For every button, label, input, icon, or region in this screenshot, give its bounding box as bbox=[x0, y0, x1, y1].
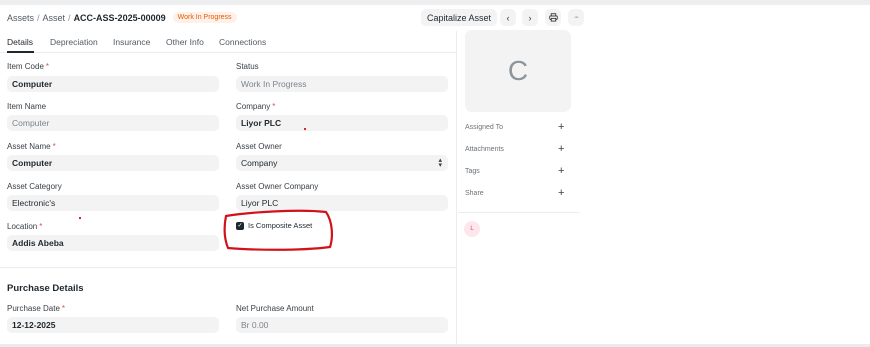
printer-icon bbox=[548, 13, 558, 22]
more-actions-button[interactable]: ··· bbox=[568, 9, 584, 26]
asset-category-field[interactable]: Electronic's bbox=[7, 195, 219, 211]
breadcrumb-asset[interactable]: Asset bbox=[43, 13, 66, 23]
item-name-field[interactable]: Computer bbox=[7, 115, 219, 131]
asset-name-label: Asset Name * bbox=[7, 142, 56, 151]
tab-other-info[interactable]: Other Info bbox=[166, 37, 204, 47]
net-purchase-amount-label: Net Purchase Amount bbox=[236, 304, 314, 313]
next-button[interactable]: › bbox=[522, 9, 538, 26]
breadcrumb-separator: / bbox=[37, 12, 40, 23]
purchase-date-label: Purchase Date * bbox=[7, 304, 66, 313]
capitalize-asset-button[interactable]: Capitalize Asset bbox=[421, 9, 498, 26]
asset-owner-select[interactable]: Company ▴ ▾ bbox=[236, 155, 448, 171]
chevron-left-icon: ‹ bbox=[506, 12, 510, 23]
item-code-field[interactable]: Computer bbox=[7, 76, 219, 92]
previous-button[interactable]: ‹ bbox=[500, 9, 516, 26]
asset-name-field[interactable]: Computer bbox=[7, 155, 219, 171]
print-button[interactable] bbox=[545, 9, 561, 26]
status-field: Work In Progress bbox=[236, 76, 448, 92]
location-field[interactable]: Addis Abeba bbox=[7, 235, 219, 251]
purchase-date-field[interactable]: 12-12-2025 bbox=[7, 317, 219, 333]
is-composite-checkbox[interactable]: ✓ bbox=[236, 222, 244, 230]
sidebar-divider bbox=[456, 31, 457, 344]
add-assignee-plus-icon[interactable]: + bbox=[558, 122, 564, 133]
active-tab-indicator bbox=[7, 51, 34, 53]
page-title: ACC-ASS-2025-00009 bbox=[73, 12, 166, 23]
annotation-dot bbox=[78, 216, 82, 220]
is-composite-label[interactable]: Is Composite Asset bbox=[248, 221, 312, 230]
asset-category-label: Asset Category bbox=[7, 182, 62, 191]
breadcrumb-assets[interactable]: Assets bbox=[7, 13, 34, 23]
tab-details[interactable]: Details bbox=[7, 37, 33, 47]
add-attachment-plus-icon[interactable]: + bbox=[558, 144, 564, 155]
tab-connections[interactable]: Connections bbox=[219, 37, 266, 47]
net-purchase-amount-field[interactable]: Br 0.00 bbox=[236, 317, 448, 333]
chevron-right-icon: › bbox=[528, 12, 532, 23]
add-share-plus-icon[interactable]: + bbox=[558, 188, 564, 199]
purchase-details-heading: Purchase Details bbox=[7, 283, 84, 294]
sidebar-section-divider bbox=[458, 212, 580, 213]
company-label: Company * bbox=[236, 102, 276, 111]
user-avatar[interactable]: L bbox=[464, 221, 480, 237]
section-divider bbox=[0, 267, 457, 268]
breadcrumb-separator: / bbox=[68, 12, 71, 23]
form-tabs: Details Depreciation Insurance Other Inf… bbox=[0, 31, 457, 53]
asset-owner-label: Asset Owner bbox=[236, 142, 282, 151]
tab-insurance[interactable]: Insurance bbox=[113, 37, 150, 47]
sidebar-share: Share bbox=[465, 190, 484, 197]
asset-image-placeholder[interactable]: C bbox=[465, 30, 571, 112]
sidebar-assigned-to: Assigned To bbox=[465, 124, 504, 131]
annotation-box bbox=[223, 209, 333, 251]
item-code-label: Item Code * bbox=[7, 62, 50, 71]
status-badge: Work In Progress bbox=[172, 12, 237, 23]
item-name-label: Item Name bbox=[7, 102, 47, 111]
tab-depreciation[interactable]: Depreciation bbox=[50, 37, 98, 47]
select-arrows-icon: ▴ ▾ bbox=[438, 157, 442, 169]
ellipsis-icon: ··· bbox=[574, 14, 579, 21]
status-label: Status bbox=[236, 62, 259, 71]
company-field[interactable]: Liyor PLC bbox=[236, 115, 448, 131]
add-tag-plus-icon[interactable]: + bbox=[558, 166, 564, 177]
page-header: Assets / Asset / ACC-ASS-2025-00009 Work… bbox=[0, 5, 590, 31]
asset-owner-company-label: Asset Owner Company bbox=[236, 182, 319, 191]
breadcrumb: Assets / Asset / ACC-ASS-2025-00009 Work… bbox=[7, 12, 237, 23]
sidebar-tags: Tags bbox=[465, 168, 480, 175]
location-label: Location * bbox=[7, 222, 43, 231]
asset-owner-value: Company bbox=[241, 158, 278, 168]
asset-owner-company-field[interactable]: Liyor PLC bbox=[236, 195, 448, 211]
right-gutter bbox=[590, 5, 870, 347]
sidebar-attachments: Attachments bbox=[465, 146, 504, 153]
